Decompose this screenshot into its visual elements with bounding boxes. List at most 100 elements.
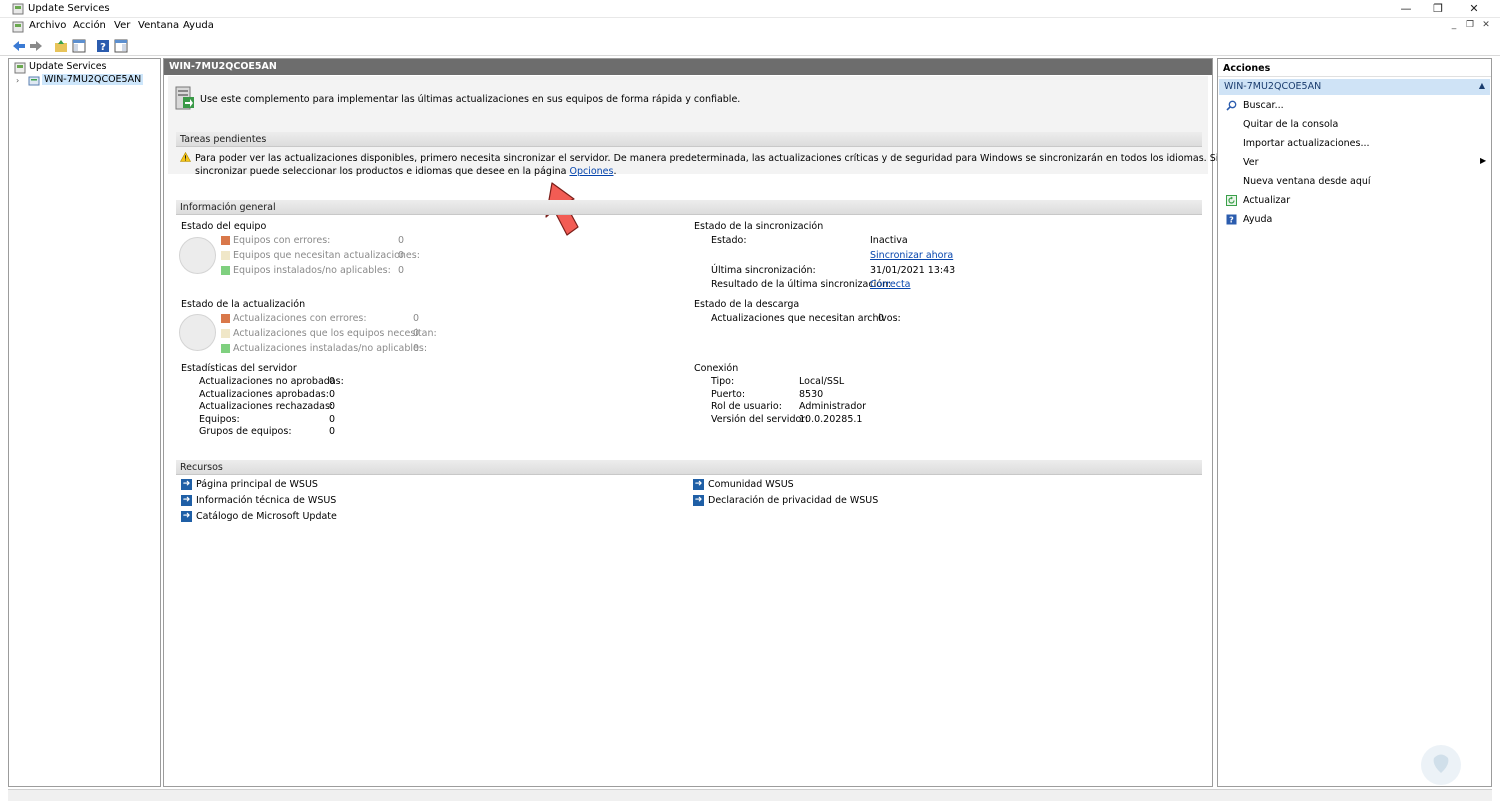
last-sync-result-link[interactable]: Correcta — [870, 279, 911, 290]
legend-swatch-errors — [221, 236, 230, 245]
link-arrow-icon: ➜ — [181, 479, 192, 490]
last-sync-label: Última sincronización: — [711, 265, 816, 276]
actions-server-header[interactable]: WIN-7MU2QCOE5AN ▲ — [1219, 79, 1490, 95]
stat-declined-value: 0 — [329, 401, 336, 412]
conn-version-label: Versión del servidor: — [711, 414, 809, 425]
warning-icon — [180, 152, 191, 162]
computer-installed-value: 0 — [398, 265, 405, 276]
help-icon[interactable]: ? — [96, 39, 110, 53]
mdi-minimize-icon[interactable]: _ — [1446, 20, 1462, 34]
conn-port-label: Puerto: — [711, 389, 746, 400]
resources-header: Recursos — [176, 460, 1202, 475]
update-errors-label[interactable]: Actualizaciones con errores: — [233, 313, 367, 324]
title-bar: Update Services — ❐ ✕ — [0, 0, 1500, 18]
menu-archivo[interactable]: Archivo — [29, 20, 66, 31]
mdi-restore-icon[interactable]: ❐ — [1462, 20, 1478, 34]
stat-approved-label[interactable]: Actualizaciones aprobadas: — [199, 389, 329, 400]
legend-swatch-update-installed — [221, 344, 230, 353]
update-services-icon — [14, 62, 26, 74]
update-errors-value: 0 — [413, 313, 420, 324]
link-arrow-icon: ➜ — [693, 495, 704, 506]
action-new-window[interactable]: Nueva ventana desde aquí — [1243, 176, 1371, 187]
server-stats-title: Estadísticas del servidor — [181, 363, 297, 374]
link-arrow-icon: ➜ — [181, 511, 192, 522]
actions-pane: Acciones WIN-7MU2QCOE5AN ▲ Buscar... Qui… — [1217, 58, 1492, 787]
resource-wsus-community[interactable]: Comunidad WSUS — [708, 479, 794, 490]
stat-computers-label[interactable]: Equipos: — [199, 414, 240, 425]
link-arrow-icon: ➜ — [181, 495, 192, 506]
computer-installed-label[interactable]: Equipos instalados/no aplicables: — [233, 265, 391, 276]
submenu-arrow-icon: ▶ — [1480, 156, 1487, 165]
options-link[interactable]: Opciones — [569, 166, 613, 177]
stat-unapproved-value: 0 — [329, 376, 336, 387]
show-hide-actions-icon[interactable] — [114, 39, 128, 53]
computer-status-pie — [179, 237, 216, 274]
download-needed-value: 0 — [878, 313, 885, 324]
action-import-updates[interactable]: Importar actualizaciones... — [1243, 138, 1370, 149]
menu-ayuda[interactable]: Ayuda — [183, 20, 214, 31]
console-tree: Update Services › WIN-7MU2QCOE5AN — [8, 58, 161, 787]
menu-accion[interactable]: Acción — [73, 20, 106, 31]
conn-type-label: Tipo: — [711, 376, 735, 387]
tree-item-server[interactable]: WIN-7MU2QCOE5AN — [42, 74, 144, 85]
pending-text-line1: Para poder ver las actualizaciones dispo… — [195, 153, 1318, 164]
pending-text-prefix: sincronizar puede seleccionar los produc… — [195, 166, 567, 177]
sync-now-link[interactable]: Sincronizar ahora — [870, 250, 953, 261]
action-remove-from-console[interactable]: Quitar de la consola — [1243, 119, 1338, 130]
expand-chevron-icon[interactable]: › — [16, 76, 19, 85]
legend-swatch-update-errors — [221, 314, 230, 323]
tree-item-update-services[interactable]: Update Services — [29, 61, 106, 72]
resource-ms-update-catalog[interactable]: Catálogo de Microsoft Update — [196, 511, 337, 522]
menu-ventana[interactable]: Ventana — [138, 20, 179, 31]
link-arrow-icon: ➜ — [693, 479, 704, 490]
forward-icon[interactable] — [29, 39, 43, 53]
overview-header: Información general — [176, 200, 1202, 215]
show-hide-tree-icon[interactable] — [72, 39, 86, 53]
intro-text: Use este complemento para implementar la… — [200, 94, 741, 105]
pending-tasks-header: Tareas pendientes — [176, 132, 1202, 147]
resource-wsus-technical[interactable]: Información técnica de WSUS — [196, 495, 336, 506]
svg-text:?: ? — [100, 42, 106, 53]
pending-text-period: . — [613, 166, 617, 177]
computer-errors-label[interactable]: Equipos con errores: — [233, 235, 330, 246]
mdi-window-icon[interactable] — [12, 21, 24, 33]
action-refresh[interactable]: Actualizar — [1243, 195, 1290, 206]
stat-approved-value: 0 — [329, 389, 336, 400]
action-help[interactable]: Ayuda — [1243, 214, 1272, 225]
computer-status-title: Estado del equipo — [181, 221, 267, 232]
resource-wsus-home[interactable]: Página principal de WSUS — [196, 479, 318, 490]
window-title: Update Services — [28, 3, 110, 14]
stat-unapproved-label[interactable]: Actualizaciones no aprobadas: — [199, 376, 344, 387]
update-installed-value: 0 — [413, 343, 420, 354]
watermark-logo-icon — [1421, 745, 1461, 785]
computer-needed-label[interactable]: Equipos que necesitan actualizaciones: — [233, 250, 420, 261]
minimize-button[interactable]: — — [1390, 0, 1422, 18]
connection-title: Conexión — [694, 363, 739, 374]
refresh-icon — [1226, 195, 1237, 206]
download-status-title: Estado de la descarga — [694, 299, 800, 310]
legend-swatch-installed — [221, 266, 230, 275]
toolbar: ? — [0, 36, 1500, 56]
update-needed-label[interactable]: Actualizaciones que los equipos necesita… — [233, 328, 437, 339]
action-search[interactable]: Buscar... — [1243, 100, 1284, 111]
close-button[interactable]: ✕ — [1458, 0, 1490, 18]
back-icon[interactable] — [12, 39, 26, 53]
update-needed-value: 0 — [413, 328, 420, 339]
resource-wsus-privacy[interactable]: Declaración de privacidad de WSUS — [708, 495, 878, 506]
details-header: WIN-7MU2QCOE5AN — [164, 59, 1212, 75]
stat-computers-value: 0 — [329, 414, 336, 425]
restore-button[interactable]: ❐ — [1422, 0, 1454, 18]
stat-declined-label[interactable]: Actualizaciones rechazadas: — [199, 401, 333, 412]
stat-groups-label[interactable]: Grupos de equipos: — [199, 426, 292, 437]
collapse-up-icon[interactable]: ▲ — [1479, 81, 1485, 90]
server-icon — [28, 76, 40, 86]
mdi-close-icon[interactable]: ✕ — [1478, 20, 1494, 34]
download-needed-label[interactable]: Actualizaciones que necesitan archivos: — [711, 313, 901, 324]
pending-text-line2: sincronizar puede seleccionar los produc… — [195, 166, 617, 177]
computer-errors-value: 0 — [398, 235, 405, 246]
up-folder-icon[interactable] — [54, 39, 68, 53]
update-status-pie — [179, 314, 216, 351]
menu-ver[interactable]: Ver — [114, 20, 130, 31]
update-installed-label[interactable]: Actualizaciones instaladas/no aplicables… — [233, 343, 427, 354]
action-view[interactable]: Ver — [1243, 157, 1259, 168]
